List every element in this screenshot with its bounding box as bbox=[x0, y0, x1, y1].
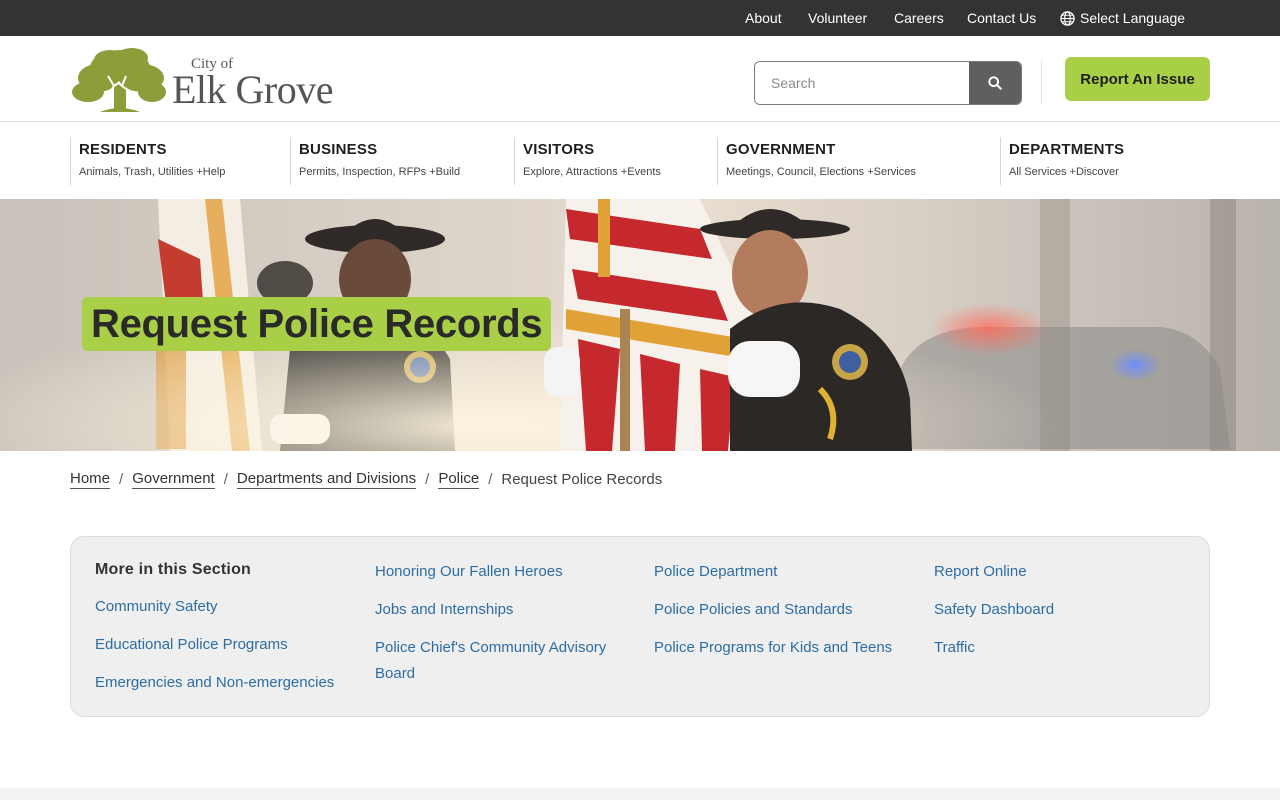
breadcrumb: Home / Government / Departments and Divi… bbox=[70, 470, 662, 489]
search-icon bbox=[988, 76, 1002, 90]
volunteer-link[interactable]: Volunteer bbox=[808, 10, 867, 26]
nav-residents[interactable]: RESIDENTS Animals, Trash, Utilities +Hel… bbox=[70, 137, 225, 185]
nav-business[interactable]: BUSINESS Permits, Inspection, RFPs +Buil… bbox=[290, 137, 460, 185]
site-header: City of Elk Grove Report An Issue bbox=[0, 36, 1280, 122]
link-fallen-heroes[interactable]: Honoring Our Fallen Heroes bbox=[375, 559, 563, 585]
main-nav: RESIDENTS Animals, Trash, Utilities +Hel… bbox=[0, 122, 1280, 199]
nav-departments-title: DEPARTMENTS bbox=[1009, 141, 1125, 158]
nav-departments-sub: All Services +Discover bbox=[1009, 166, 1119, 178]
section-heading: More in this Section bbox=[95, 561, 252, 578]
more-in-section-panel: More in this Section Community Safety Ed… bbox=[70, 536, 1210, 717]
nav-business-sub: Permits, Inspection, RFPs +Build bbox=[299, 166, 461, 178]
search-button[interactable] bbox=[969, 62, 1021, 104]
nav-government-sub: Meetings, Council, Elections +Services bbox=[726, 166, 916, 178]
link-educational-police-programs[interactable]: Educational Police Programs bbox=[95, 632, 288, 658]
link-chief-advisory-board[interactable]: Police Chief's Community Advisory Board bbox=[375, 635, 625, 687]
breadcrumb-separator: / bbox=[119, 471, 124, 488]
breadcrumb-departments[interactable]: Departments and Divisions bbox=[236, 470, 417, 489]
breadcrumb-government[interactable]: Government bbox=[132, 470, 215, 489]
search-box bbox=[754, 61, 1022, 105]
nav-residents-title: RESIDENTS bbox=[79, 141, 167, 158]
select-language-label: Select Language bbox=[1080, 10, 1186, 26]
nav-visitors[interactable]: VISITORS Explore, Attractions +Events bbox=[514, 137, 661, 185]
globe-icon bbox=[1060, 10, 1075, 26]
link-community-safety[interactable]: Community Safety bbox=[95, 594, 218, 620]
careers-link[interactable]: Careers bbox=[894, 10, 944, 26]
breadcrumb-separator: / bbox=[223, 471, 228, 488]
link-kids-teens-programs[interactable]: Police Programs for Kids and Teens bbox=[654, 635, 892, 661]
link-traffic[interactable]: Traffic bbox=[934, 635, 975, 661]
nav-departments[interactable]: DEPARTMENTS All Services +Discover bbox=[1000, 137, 1124, 185]
nav-business-title: BUSINESS bbox=[299, 141, 378, 158]
nav-residents-sub: Animals, Trash, Utilities +Help bbox=[79, 166, 226, 178]
header-divider bbox=[1041, 60, 1042, 104]
elk-tree-icon bbox=[72, 48, 166, 112]
link-police-department[interactable]: Police Department bbox=[654, 559, 777, 585]
link-emergencies[interactable]: Emergencies and Non-emergencies bbox=[95, 670, 334, 696]
nav-visitors-title: VISITORS bbox=[523, 141, 595, 158]
nav-government-title: GOVERNMENT bbox=[726, 141, 836, 158]
search-input[interactable] bbox=[755, 62, 969, 104]
select-language-link[interactable]: Select Language bbox=[1060, 10, 1185, 26]
breadcrumb-home[interactable]: Home bbox=[70, 470, 111, 489]
nav-visitors-sub: Explore, Attractions +Events bbox=[523, 166, 661, 178]
nav-government[interactable]: GOVERNMENT Meetings, Council, Elections … bbox=[717, 137, 916, 185]
footer-strip bbox=[0, 788, 1280, 800]
city-logo[interactable]: City of Elk Grove bbox=[70, 46, 340, 118]
link-safety-dashboard[interactable]: Safety Dashboard bbox=[934, 597, 1054, 623]
breadcrumb-police[interactable]: Police bbox=[438, 470, 480, 489]
breadcrumb-separator: / bbox=[488, 471, 493, 488]
logo-elk-grove: Elk Grove bbox=[172, 67, 334, 112]
link-report-online[interactable]: Report Online bbox=[934, 559, 1027, 585]
report-issue-button[interactable]: Report An Issue bbox=[1065, 57, 1210, 101]
utility-bar: About Volunteer Careers Contact Us Selec… bbox=[0, 0, 1280, 36]
link-police-policies[interactable]: Police Policies and Standards bbox=[654, 597, 852, 623]
link-jobs-internships[interactable]: Jobs and Internships bbox=[375, 597, 513, 623]
breadcrumb-separator: / bbox=[425, 471, 430, 488]
contact-us-link[interactable]: Contact Us bbox=[967, 10, 1036, 26]
breadcrumb-current: Request Police Records bbox=[501, 471, 663, 488]
about-link[interactable]: About bbox=[745, 10, 782, 26]
page-title: Request Police Records bbox=[82, 297, 552, 351]
hero-banner: Request Police Records bbox=[0, 199, 1280, 451]
